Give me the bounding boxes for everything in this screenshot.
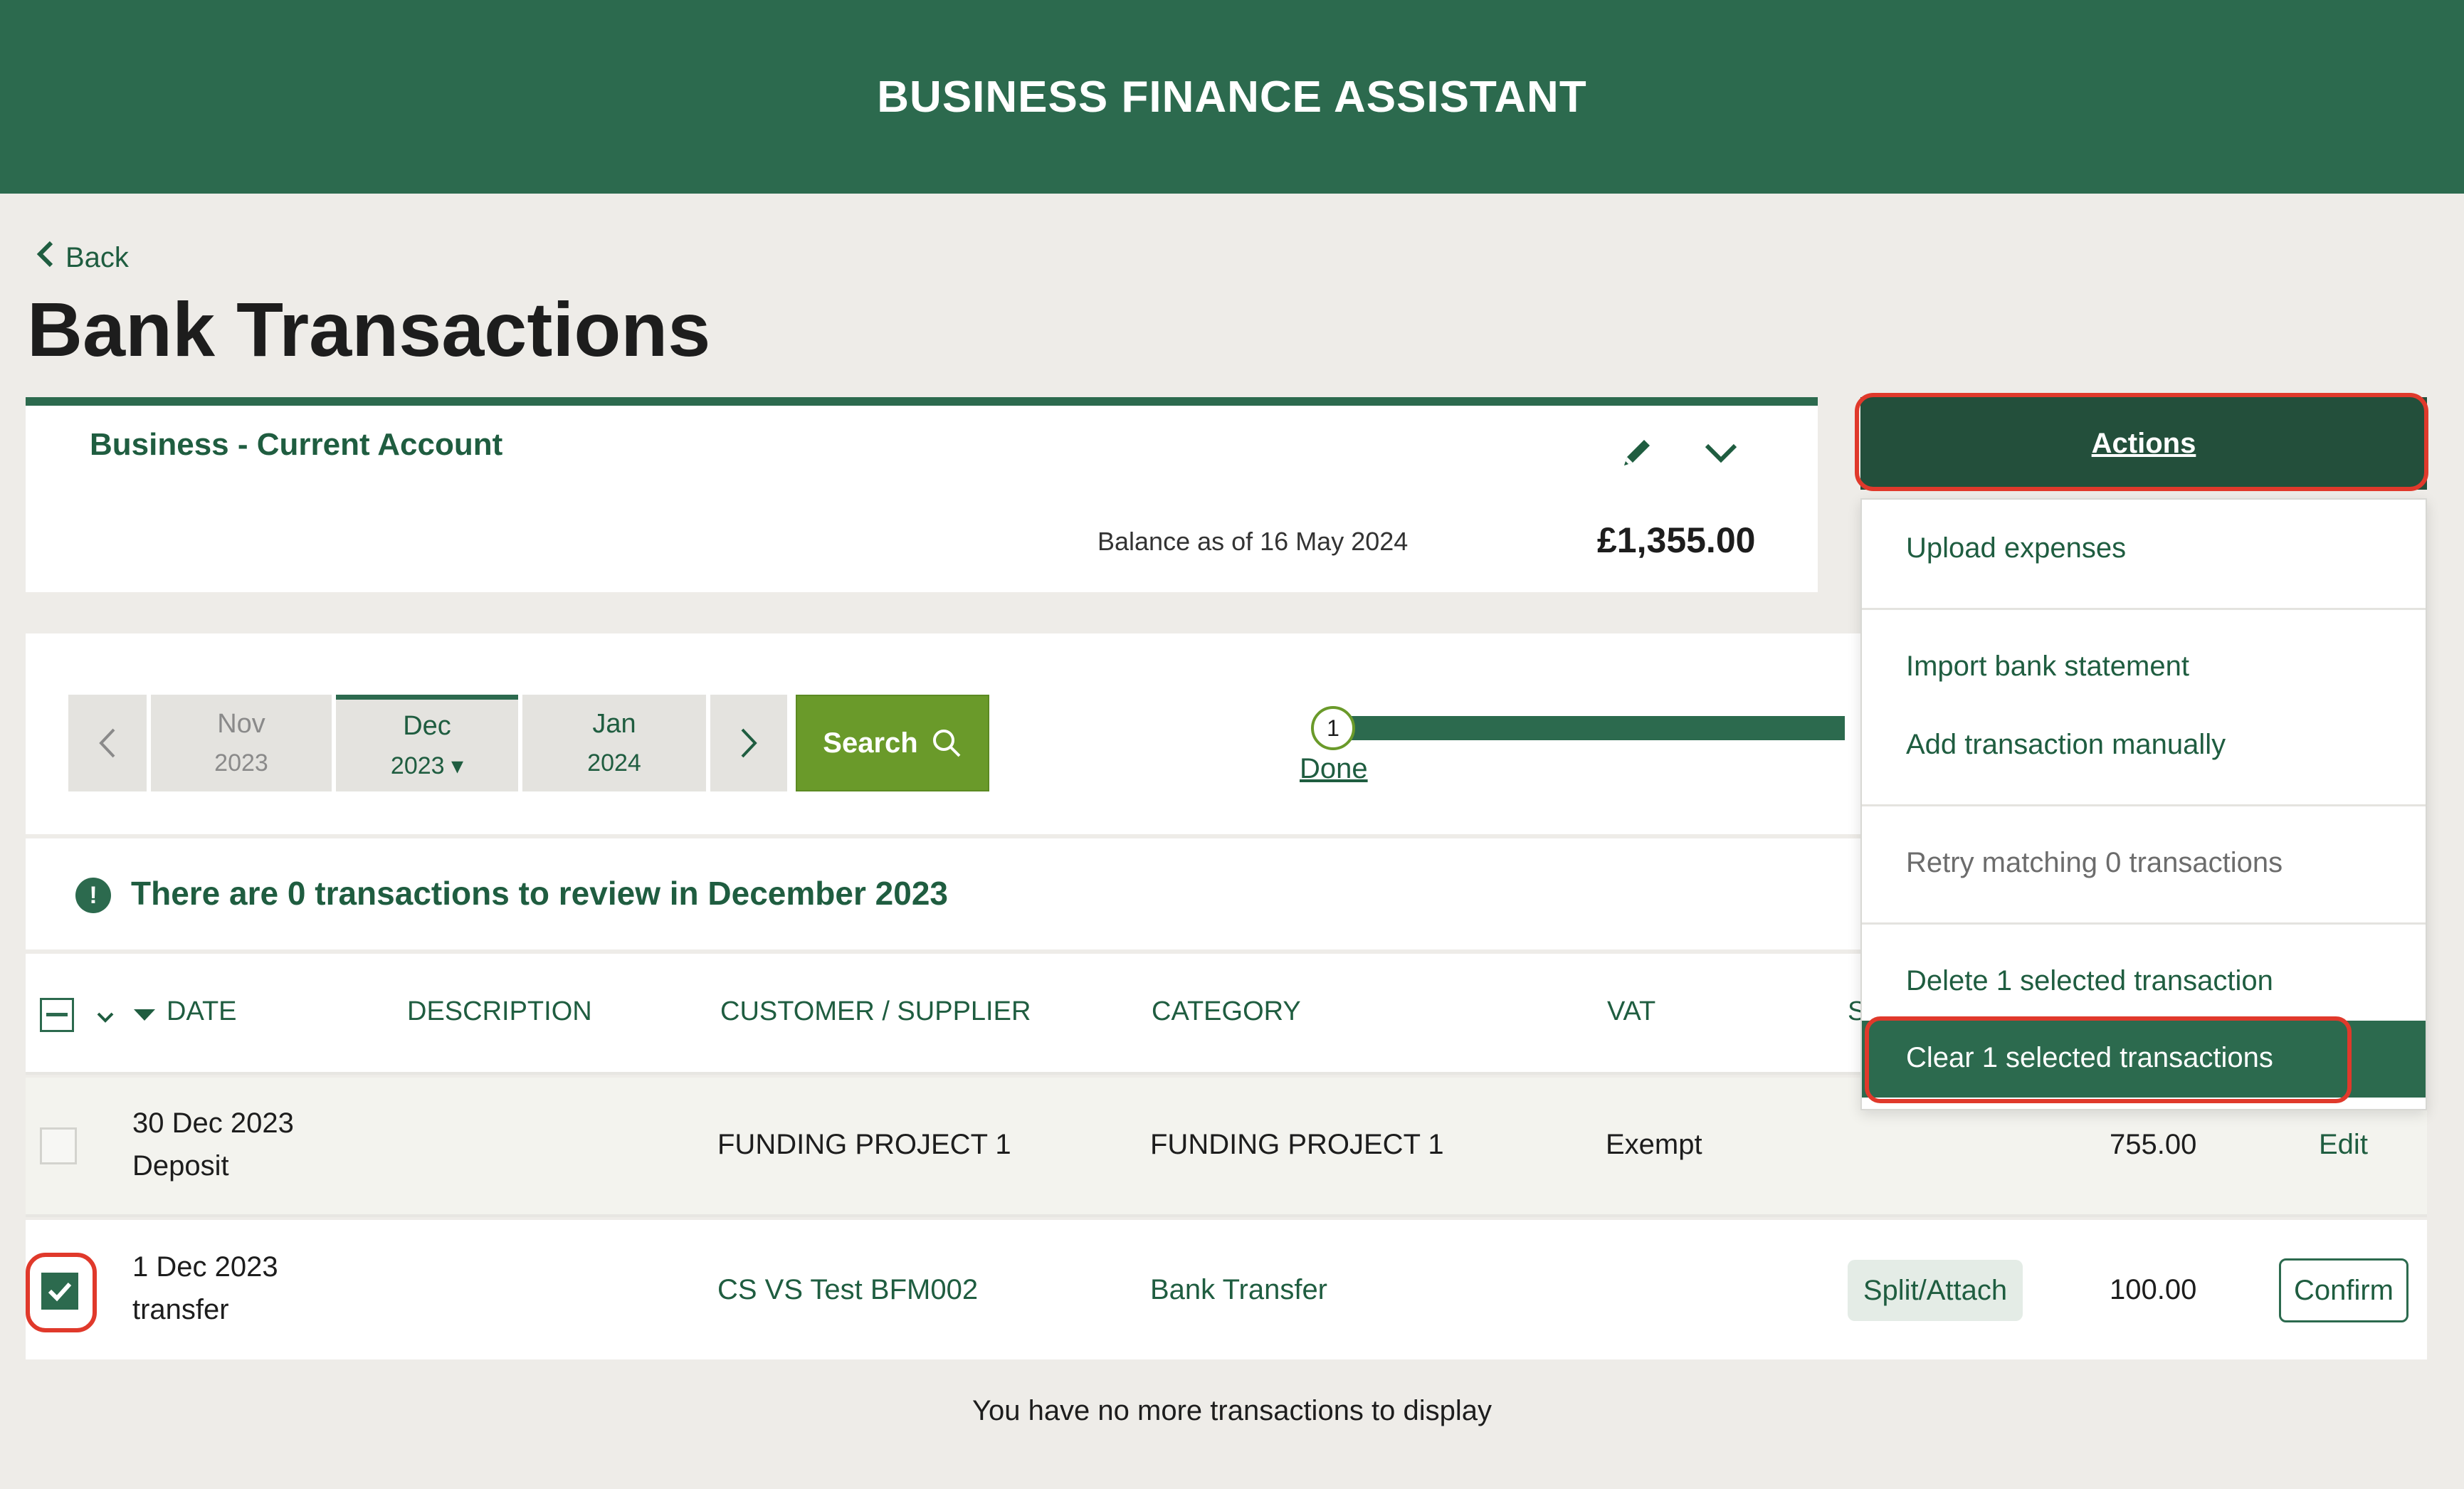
month-jan[interactable]: Jan 2024 xyxy=(522,695,706,791)
progress-bar xyxy=(1332,716,1845,740)
row-amount: 755.00 xyxy=(2110,1129,2197,1160)
alert-icon: ! xyxy=(75,878,111,913)
column-customer-supplier: CUSTOMER / SUPPLIER xyxy=(720,996,1031,1026)
account-name: Business - Current Account xyxy=(90,427,503,462)
balance-value: £1,355.00 xyxy=(1597,520,1756,560)
edit-link[interactable]: Edit xyxy=(2319,1129,2368,1161)
search-button[interactable]: Search xyxy=(796,695,989,791)
menu-item-upload-expenses[interactable]: Upload expenses xyxy=(1906,532,2126,564)
row-type: transfer xyxy=(132,1294,229,1325)
year-label: 2023 xyxy=(390,752,445,779)
row-category[interactable]: Bank Transfer xyxy=(1150,1274,1327,1306)
chevron-down-icon[interactable] xyxy=(1695,427,1747,478)
month-label: Nov xyxy=(217,709,265,739)
end-of-list-message: You have no more transactions to display xyxy=(972,1395,1492,1426)
menu-item-add-transaction[interactable]: Add transaction manually xyxy=(1906,729,2226,761)
back-link[interactable]: Back xyxy=(36,235,129,280)
menu-divider xyxy=(1862,922,2426,925)
select-all-checkbox[interactable] xyxy=(40,998,74,1032)
sort-desc-icon[interactable] xyxy=(132,1006,157,1024)
balance-label: Balance as of 16 May 2024 xyxy=(1097,527,1409,556)
chevron-left-icon xyxy=(36,240,54,275)
caret-down-icon: ▾ xyxy=(451,752,464,779)
search-label: Search xyxy=(823,727,918,759)
row-category: FUNDING PROJECT 1 xyxy=(1150,1129,1444,1160)
year-label: 2023 xyxy=(214,749,268,777)
annotation-ring xyxy=(1865,1016,2352,1103)
menu-divider xyxy=(1862,804,2426,806)
notice-text: There are 0 transactions to review in De… xyxy=(131,875,948,912)
annotation-ring xyxy=(1855,393,2428,491)
search-icon xyxy=(932,730,961,757)
month-label: Jan xyxy=(592,709,636,739)
row-vat: Exempt xyxy=(1606,1129,1702,1160)
split-attach-button[interactable]: Split/Attach xyxy=(1848,1260,2023,1321)
app-title: BUSINESS FINANCE ASSISTANT xyxy=(877,72,1587,122)
month-label: Dec xyxy=(403,711,451,741)
row-amount: 100.00 xyxy=(2110,1274,2197,1305)
chevron-down-icon[interactable] xyxy=(91,1002,120,1031)
row-date: 30 Dec 2023 xyxy=(132,1107,294,1139)
column-date[interactable]: DATE xyxy=(167,996,237,1027)
menu-item-delete-selected[interactable]: Delete 1 selected transaction xyxy=(1906,965,2273,997)
column-vat: VAT xyxy=(1607,996,1656,1026)
month-nov[interactable]: Nov 2023 xyxy=(151,695,332,791)
menu-item-retry-matching[interactable]: Retry matching 0 transactions xyxy=(1906,847,2283,879)
column-category: CATEGORY xyxy=(1152,996,1301,1026)
year-dropdown: 2023 ▾ xyxy=(391,752,463,780)
row-checkbox[interactable] xyxy=(40,1127,77,1164)
menu-item-import-bank-statement[interactable]: Import bank statement xyxy=(1906,651,2189,683)
row-customer[interactable]: CS VS Test BFM002 xyxy=(717,1274,978,1306)
row-date: 1 Dec 2023 xyxy=(132,1251,278,1283)
minus-icon xyxy=(46,1013,68,1016)
annotation-ring xyxy=(26,1253,97,1332)
column-description: DESCRIPTION xyxy=(407,996,592,1026)
done-link[interactable]: Done xyxy=(1300,753,1368,785)
row-customer: FUNDING PROJECT 1 xyxy=(717,1129,1011,1160)
back-label: Back xyxy=(65,241,129,273)
month-dec[interactable]: Dec 2023 ▾ xyxy=(336,695,518,791)
chevron-left-icon xyxy=(99,728,115,758)
page-title: Bank Transactions xyxy=(27,286,711,372)
chevron-right-icon xyxy=(741,728,757,758)
row-type: Deposit xyxy=(132,1150,229,1182)
next-month-button[interactable] xyxy=(710,695,787,791)
prev-month-button[interactable] xyxy=(68,695,147,791)
menu-divider xyxy=(1862,608,2426,610)
pencil-icon[interactable] xyxy=(1611,427,1663,478)
year-label: 2024 xyxy=(587,749,641,777)
confirm-button[interactable]: Confirm xyxy=(2279,1258,2408,1322)
progress-step: 1 xyxy=(1311,706,1355,750)
